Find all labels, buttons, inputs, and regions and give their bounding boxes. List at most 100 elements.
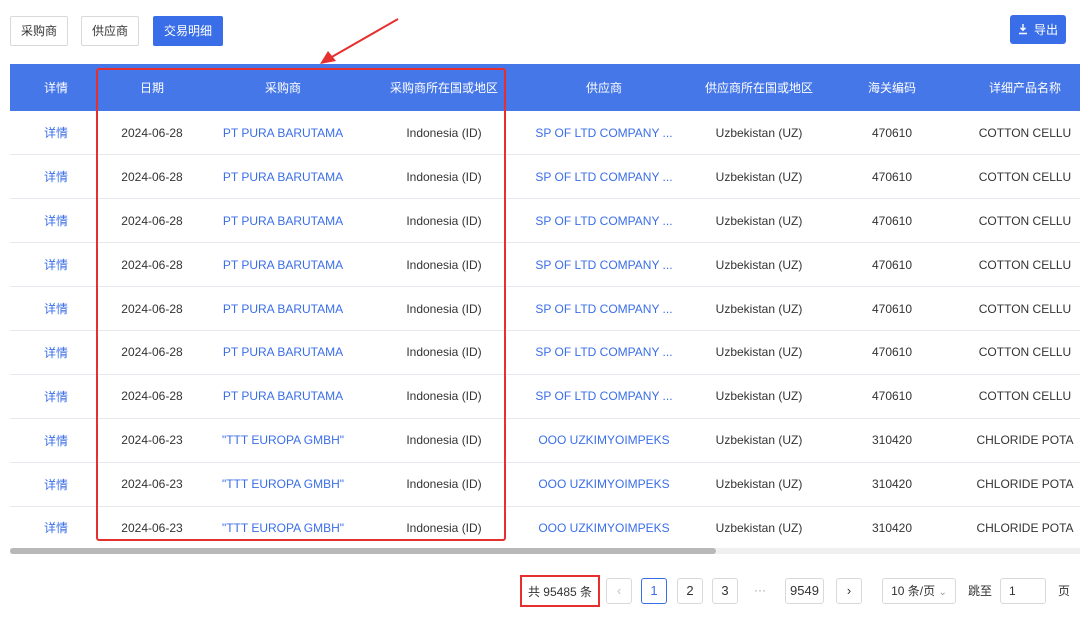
scrollbar-thumb[interactable] bbox=[10, 548, 716, 554]
cell-buyer-country: Indonesia (ID) bbox=[406, 213, 482, 228]
cell-product: COTTON CELLU bbox=[978, 213, 1072, 228]
cell-date: 2024-06-23 bbox=[121, 433, 183, 448]
cell-product: CHLORIDE POTA bbox=[976, 477, 1074, 492]
cell-supplier-link[interactable]: SP OF LTD COMPANY ... bbox=[524, 243, 684, 287]
tab-transaction-details[interactable]: 交易明细 bbox=[153, 16, 224, 46]
cell-supplier-country: Uzbekistan (UZ) bbox=[715, 345, 803, 360]
cell-supplier-link[interactable]: SP OF LTD COMPANY ... bbox=[524, 111, 684, 155]
cell-detail-link[interactable]: 详情 bbox=[10, 199, 102, 243]
cell-buyer-country: Indonesia (ID) bbox=[406, 257, 482, 272]
cell-detail-link[interactable]: 详情 bbox=[10, 330, 102, 374]
cell-supplier-link[interactable]: SP OF LTD COMPANY ... bbox=[524, 287, 684, 331]
cell-supplier-link[interactable]: SP OF LTD COMPANY ... bbox=[524, 330, 684, 374]
page-button-3[interactable]: 3 bbox=[712, 578, 738, 604]
col-header-hs-code[interactable]: 海关编码 bbox=[834, 64, 950, 111]
cell-supplier-country: Uzbekistan (UZ) bbox=[715, 477, 803, 492]
cell-supplier-country: Uzbekistan (UZ) bbox=[715, 257, 803, 272]
cell-buyer-link[interactable]: PT PURA BARUTAMA bbox=[202, 287, 364, 331]
col-header-product[interactable]: 详细产品名称 bbox=[950, 64, 1080, 111]
cell-product: CHLORIDE POTA bbox=[976, 520, 1074, 535]
table-row: 详情 2024-06-28 PT PURA BARUTAMA Indonesia (I… bbox=[10, 374, 1080, 419]
horizontal-scrollbar[interactable] bbox=[10, 548, 1080, 554]
cell-hs-code: 470610 bbox=[871, 125, 913, 140]
cell-detail-link[interactable]: 详情 bbox=[10, 111, 102, 155]
cell-product: COTTON CELLU bbox=[978, 389, 1072, 404]
cell-hs-code: 470610 bbox=[871, 213, 913, 228]
cell-buyer-country: Indonesia (ID) bbox=[406, 433, 482, 448]
cell-supplier-link[interactable]: OOO UZKIMYOIMPEKS bbox=[524, 506, 684, 550]
cell-date: 2024-06-28 bbox=[121, 169, 183, 184]
cell-detail-link[interactable]: 详情 bbox=[10, 155, 102, 199]
col-header-detail[interactable]: 详情 bbox=[10, 64, 102, 111]
cell-buyer-country: Indonesia (ID) bbox=[406, 125, 482, 140]
page-size-select[interactable]: 10 条/页 ⌄ bbox=[882, 578, 956, 604]
cell-buyer-link[interactable]: "TTT EUROPA GMBH" bbox=[202, 462, 364, 506]
cell-supplier-link[interactable]: SP OF LTD COMPANY ... bbox=[524, 199, 684, 243]
cell-supplier-country: Uzbekistan (UZ) bbox=[715, 213, 803, 228]
cell-detail-link[interactable]: 详情 bbox=[10, 374, 102, 418]
cell-detail-link[interactable]: 详情 bbox=[10, 462, 102, 506]
table-row: 详情 2024-06-28 PT PURA BARUTAMA Indonesia (I… bbox=[10, 330, 1080, 375]
cell-detail-link[interactable]: 详情 bbox=[10, 243, 102, 287]
cell-date: 2024-06-28 bbox=[121, 213, 183, 228]
page-ellipsis[interactable]: ··· bbox=[754, 578, 766, 604]
cell-date: 2024-06-23 bbox=[121, 520, 183, 535]
col-header-date[interactable]: 日期 bbox=[102, 64, 202, 111]
page-button-last[interactable]: 9549 bbox=[785, 578, 824, 604]
cell-supplier-link[interactable]: SP OF LTD COMPANY ... bbox=[524, 155, 684, 199]
col-header-supplier-country[interactable]: 供应商所在国或地区 bbox=[684, 64, 834, 111]
cell-supplier-country: Uzbekistan (UZ) bbox=[715, 169, 803, 184]
cell-hs-code: 310420 bbox=[871, 520, 913, 535]
cell-hs-code: 470610 bbox=[871, 345, 913, 360]
cell-buyer-country: Indonesia (ID) bbox=[406, 477, 482, 492]
cell-buyer-link[interactable]: "TTT EUROPA GMBH" bbox=[202, 506, 364, 550]
table-header-row: 详情 日期 采购商 采购商所在国或地区 供应商 供应商所在国或地区 海关编码 详… bbox=[10, 64, 1080, 111]
col-header-buyer-country[interactable]: 采购商所在国或地区 bbox=[364, 64, 524, 111]
cell-date: 2024-06-28 bbox=[121, 257, 183, 272]
page-button-1[interactable]: 1 bbox=[641, 578, 667, 604]
cell-hs-code: 470610 bbox=[871, 389, 913, 404]
export-button[interactable]: 导出 bbox=[1010, 15, 1066, 44]
cell-date: 2024-06-28 bbox=[121, 345, 183, 360]
cell-buyer-link[interactable]: PT PURA BARUTAMA bbox=[202, 155, 364, 199]
cell-detail-link[interactable]: 详情 bbox=[10, 418, 102, 462]
cell-date: 2024-06-28 bbox=[121, 125, 183, 140]
cell-hs-code: 310420 bbox=[871, 477, 913, 492]
cell-buyer-link[interactable]: PT PURA BARUTAMA bbox=[202, 374, 364, 418]
cell-detail-link[interactable]: 详情 bbox=[10, 287, 102, 331]
col-header-buyer[interactable]: 采购商 bbox=[202, 64, 364, 111]
cell-supplier-link[interactable]: OOO UZKIMYOIMPEKS bbox=[524, 418, 684, 462]
tab-suppliers[interactable]: 供应商 bbox=[81, 16, 140, 46]
cell-supplier-link[interactable]: SP OF LTD COMPANY ... bbox=[524, 374, 684, 418]
pagination: 共 95485 条 ‹ 1 2 3 ··· 9549 › 10 条/页 ⌄ 跳至… bbox=[0, 575, 1080, 607]
cell-product: COTTON CELLU bbox=[978, 257, 1072, 272]
prev-page-button[interactable]: ‹ bbox=[606, 578, 632, 604]
jump-page-input[interactable] bbox=[1000, 578, 1046, 604]
cell-buyer-country: Indonesia (ID) bbox=[406, 345, 482, 360]
cell-supplier-country: Uzbekistan (UZ) bbox=[715, 520, 803, 535]
cell-product: COTTON CELLU bbox=[978, 169, 1072, 184]
cell-supplier-country: Uzbekistan (UZ) bbox=[715, 389, 803, 404]
cell-supplier-country: Uzbekistan (UZ) bbox=[715, 125, 803, 140]
table-row: 详情 2024-06-28 PT PURA BARUTAMA Indonesia (I… bbox=[10, 155, 1080, 199]
next-page-button[interactable]: › bbox=[836, 578, 862, 604]
cell-product: COTTON CELLU bbox=[978, 125, 1072, 140]
cell-buyer-country: Indonesia (ID) bbox=[406, 301, 482, 316]
table-row: 详情 2024-06-23 "TTT EUROPA GMBH" Indonesia (… bbox=[10, 506, 1080, 550]
cell-buyer-country: Indonesia (ID) bbox=[406, 389, 482, 404]
cell-date: 2024-06-28 bbox=[121, 301, 183, 316]
cell-buyer-link[interactable]: PT PURA BARUTAMA bbox=[202, 330, 364, 374]
cell-buyer-link[interactable]: PT PURA BARUTAMA bbox=[202, 199, 364, 243]
cell-buyer-link[interactable]: PT PURA BARUTAMA bbox=[202, 111, 364, 155]
cell-hs-code: 470610 bbox=[871, 301, 913, 316]
cell-supplier-link[interactable]: OOO UZKIMYOIMPEKS bbox=[524, 462, 684, 506]
chevron-down-icon: ⌄ bbox=[938, 587, 947, 598]
cell-buyer-link[interactable]: PT PURA BARUTAMA bbox=[202, 243, 364, 287]
cell-date: 2024-06-28 bbox=[121, 389, 183, 404]
page-suffix-label: 页 bbox=[1058, 584, 1071, 598]
col-header-supplier[interactable]: 供应商 bbox=[524, 64, 684, 111]
cell-detail-link[interactable]: 详情 bbox=[10, 506, 102, 550]
cell-buyer-link[interactable]: "TTT EUROPA GMBH" bbox=[202, 418, 364, 462]
tab-buyers[interactable]: 采购商 bbox=[10, 16, 69, 46]
page-button-2[interactable]: 2 bbox=[677, 578, 703, 604]
